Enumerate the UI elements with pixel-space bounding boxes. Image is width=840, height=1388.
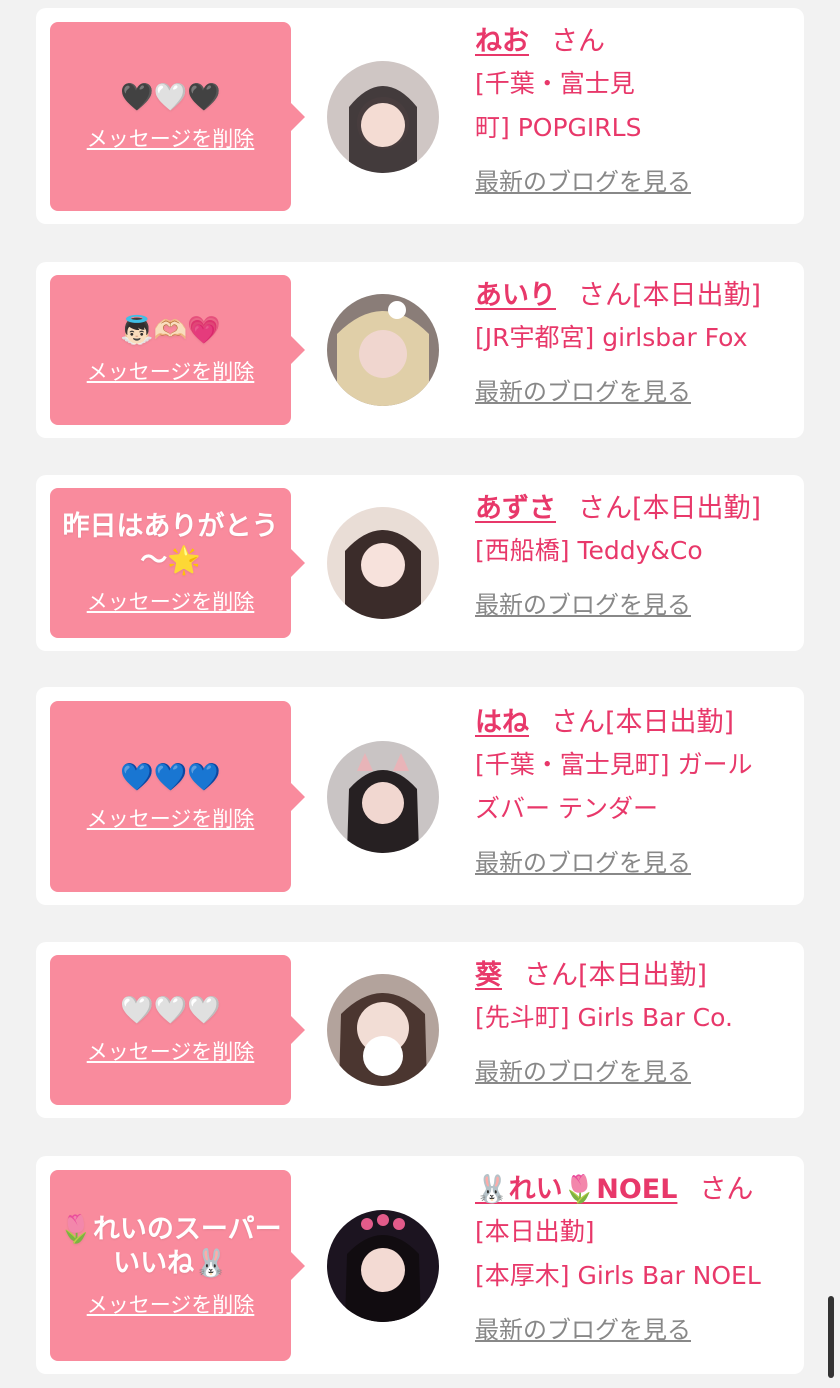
message-text: 昨日はありがとう 〜🌟 [62,511,279,576]
shop-line: ズバー テンダー [475,794,658,823]
latest-blog-link[interactable]: 最新のブログを見る [475,585,797,625]
honorific: さん [524,960,578,991]
message-list: 🖤🤍🖤 メッセージを削除 ねお さん [千葉・富士見 町] POPGIRLS 最新… [0,0,840,1388]
girl-info: 🐰れい🌷NOEL さん [本日出勤] [本厚木] Girls Bar NOEL 最… [475,1170,797,1350]
name-line: 葵さん[本日出勤] [475,956,797,996]
delete-message-link[interactable]: メッセージを削除 [87,356,255,386]
shop-line: [先斗町] Girls Bar Co. [475,1003,733,1032]
message-text: 🖤🤍🖤 [120,81,221,113]
honorific: さん [699,1174,754,1205]
name-line: あいり さん[本日出勤] [475,276,797,316]
latest-blog-link[interactable]: 最新のブログを見る [475,372,797,412]
honorific: さん [578,493,632,524]
message-bubble: 💙💙💙 メッセージを削除 [50,701,305,892]
avatar[interactable] [327,741,439,853]
shop-line: [西船橋] Teddy&Co [475,536,703,565]
name-line: あずさ さん[本日出勤] [475,489,797,529]
latest-blog-link[interactable]: 最新のブログを見る [475,1052,797,1092]
avatar[interactable] [327,61,439,173]
list-item: 昨日はありがとう 〜🌟 メッセージを削除 あずさ さん[本日出勤] [西船橋] T… [36,475,804,651]
honorific: さん [551,707,605,738]
latest-blog-link[interactable]: 最新のブログを見る [475,162,797,202]
message-bubble: 🖤🤍🖤 メッセージを削除 [50,22,305,211]
girl-name-link[interactable]: あずさ [475,493,556,524]
work-status: [本日出勤] [632,493,762,524]
girl-name-link[interactable]: はね [475,707,529,738]
message-bubble: 🤍🤍🤍 メッセージを削除 [50,955,305,1105]
shop-line: 町] POPGIRLS [475,113,642,142]
message-text: 👼🏻🫶🏻💗 [120,315,221,346]
avatar[interactable] [327,507,439,619]
list-item: 👼🏻🫶🏻💗 メッセージを削除 あいり さん[本日出勤] [JR宇都宮] girls… [36,262,804,438]
avatar[interactable] [327,974,439,1086]
scrollbar[interactable] [828,1296,834,1378]
shop-line: [本厚木] Girls Bar NOEL [475,1261,761,1290]
shop-line: [千葉・富士見町] ガール [475,750,753,779]
shop-line: [千葉・富士見 [475,69,635,98]
honorific: さん [551,26,605,57]
list-item: 🤍🤍🤍 メッセージを削除 葵さん[本日出勤] [先斗町] Girls Bar C… [36,942,804,1118]
shop-line: [JR宇都宮] girlsbar Fox [475,323,748,352]
list-item: 🖤🤍🖤 メッセージを削除 ねお さん [千葉・富士見 町] POPGIRLS 最新… [36,8,804,224]
message-text: 🤍🤍🤍 [120,995,221,1026]
girl-info: 葵さん[本日出勤] [先斗町] Girls Bar Co. 最新のブログを見る [475,956,797,1092]
delete-message-link[interactable]: メッセージを削除 [87,1036,255,1066]
message-text: 🌷れいのスーパー いいね🐰 [59,1213,282,1279]
delete-message-link[interactable]: メッセージを削除 [87,586,255,616]
girl-name-link[interactable]: 葵 [475,960,502,991]
name-line: 🐰れい🌷NOEL さん [475,1170,797,1210]
list-item: 💙💙💙 メッセージを削除 はね さん[本日出勤] [千葉・富士見町] ガール ズバ… [36,687,804,905]
message-bubble: 🌷れいのスーパー いいね🐰 メッセージを削除 [50,1170,305,1361]
girl-info: あいり さん[本日出勤] [JR宇都宮] girlsbar Fox 最新のブログを… [475,276,797,412]
girl-name-link[interactable]: あいり [475,280,556,311]
message-text: 💙💙💙 [120,761,221,793]
avatar[interactable] [327,294,439,406]
delete-message-link[interactable]: メッセージを削除 [87,1289,255,1319]
girl-info: あずさ さん[本日出勤] [西船橋] Teddy&Co 最新のブログを見る [475,489,797,625]
girl-info: ねお さん [千葉・富士見 町] POPGIRLS 最新のブログを見る [475,22,797,202]
avatar[interactable] [327,1210,439,1322]
latest-blog-link[interactable]: 最新のブログを見る [475,843,797,883]
girl-name-link[interactable]: ねお [475,26,529,57]
name-line: はね さん[本日出勤] [475,703,797,743]
message-bubble: 昨日はありがとう 〜🌟 メッセージを削除 [50,488,305,638]
work-status: [本日出勤] [605,707,735,738]
work-status: [本日出勤] [632,280,762,311]
girl-info: はね さん[本日出勤] [千葉・富士見町] ガール ズバー テンダー 最新のブログ… [475,703,797,883]
girl-name-link[interactable]: 🐰れい🌷NOEL [475,1174,677,1205]
latest-blog-link[interactable]: 最新のブログを見る [475,1310,797,1350]
list-item: 🌷れいのスーパー いいね🐰 メッセージを削除 🐰れい🌷NOEL さん [本日出勤]… [36,1156,804,1374]
honorific: さん [578,280,632,311]
shop-line: [本日出勤] [475,1217,595,1246]
delete-message-link[interactable]: メッセージを削除 [87,123,255,153]
work-status: [本日出勤] [578,960,708,991]
message-bubble: 👼🏻🫶🏻💗 メッセージを削除 [50,275,305,425]
name-line: ねお さん [475,22,797,62]
delete-message-link[interactable]: メッセージを削除 [87,803,255,833]
